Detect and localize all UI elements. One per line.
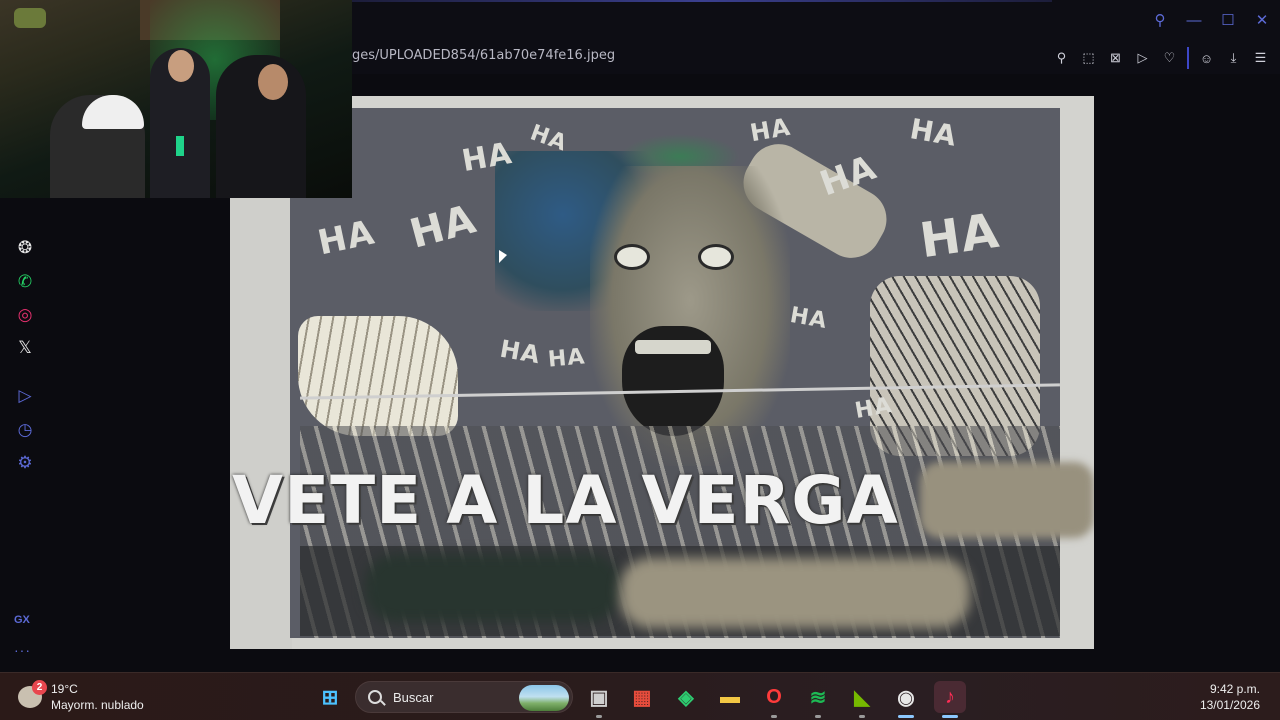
windows-start-icon[interactable]: ⊞ (314, 681, 346, 713)
search-placeholder: Buscar (393, 690, 434, 705)
stream-logo (14, 8, 46, 28)
system-clock[interactable]: 9:42 p.m. 13/01/2026 (1200, 681, 1260, 713)
joker-left-eye (614, 244, 650, 270)
profile-icon[interactable]: ☺ (1197, 49, 1216, 68)
joker-right-eye (698, 244, 734, 270)
address-bar-tools: ⚲ ⬚ ⊠ ▷ ♡ ☺ ⤓ ☰ (1052, 47, 1270, 69)
paper-edge (230, 196, 292, 649)
file-explorer-icon[interactable]: ▬ (714, 681, 746, 713)
mouse-cursor (499, 250, 507, 263)
play-icon[interactable]: ▷ (1133, 49, 1152, 68)
title-bar-accent (352, 0, 1052, 2)
search-icon[interactable]: ⚲ (1150, 10, 1170, 30)
ha-text: HA (916, 202, 1003, 270)
clock-date: 13/01/2026 (1199, 698, 1260, 712)
tiktok-icon[interactable]: ♪ (934, 681, 966, 718)
pin-icon[interactable]: ⚲ (1052, 49, 1071, 68)
running-indicator (771, 715, 777, 718)
meme-caption: VETE A LA VERGA (232, 462, 899, 539)
minimize-icon[interactable]: — (1184, 10, 1204, 30)
search-icon (368, 690, 382, 704)
toolbar-divider (1187, 47, 1189, 69)
running-indicator (596, 715, 602, 718)
blurred-caption-right (620, 558, 970, 628)
x-icon[interactable]: 𝕏 (13, 336, 37, 360)
m365-icon[interactable]: ◈ (670, 681, 702, 713)
taskbar-search[interactable]: Buscar (355, 681, 573, 713)
gx-corner-label[interactable]: GX (14, 614, 30, 626)
drink-can (176, 136, 184, 156)
windows-taskbar: 2 19°C Mayorm. nublado Buscar 9:42 p.m. … (0, 672, 1280, 720)
opera-gx-icon[interactable]: O (758, 681, 790, 718)
clock-time: 9:42 p.m. (1209, 682, 1260, 696)
nvidia-icon[interactable]: ◣ (846, 681, 878, 718)
running-indicator (859, 715, 865, 718)
weather-temperature: 19°C (51, 682, 78, 696)
image-viewer: HA HA HA HA HA HA HA HA HA HA HA HA VETE… (230, 96, 1094, 649)
running-indicator (942, 715, 958, 718)
menu-icon[interactable]: ☰ (1251, 49, 1270, 68)
desktop-screen: ⚲ — ☐ ✕ ges/UPLOADED854/61ab70e74fe16.jp… (0, 0, 1280, 720)
player-icon[interactable]: ▷ (13, 384, 37, 408)
task-view-icon[interactable]: ▣ (583, 681, 615, 718)
history-icon[interactable]: ◷ (13, 418, 37, 442)
blurred-watermark (920, 462, 1094, 538)
blurred-caption-left (365, 554, 620, 622)
person-center-face (168, 50, 194, 82)
obs-icon[interactable]: ◉ (890, 681, 922, 718)
snapshot-icon[interactable]: ⬚ (1079, 49, 1098, 68)
settings-icon[interactable]: ⚙ (13, 451, 37, 475)
weather-condition: Mayorm. nublado (51, 698, 144, 712)
maximize-icon[interactable]: ☐ (1218, 10, 1238, 30)
instagram-icon[interactable]: ◎ (13, 303, 37, 327)
heart-icon[interactable]: ♡ (1160, 49, 1179, 68)
spotify-icon[interactable]: ≋ (802, 681, 834, 718)
ha-text: HA (546, 344, 587, 373)
close-icon[interactable]: ✕ (1252, 10, 1272, 30)
browser-sidebar: GX ··· ❂ ✆ ◎ 𝕏 ▷ ◷ ⚙ (0, 198, 50, 672)
search-highlight-image (519, 685, 569, 711)
running-indicator (898, 715, 914, 718)
microsoft-store-icon[interactable]: ▦ (626, 681, 658, 713)
block-icon[interactable]: ⊠ (1106, 49, 1125, 68)
running-indicator (815, 715, 821, 718)
person-right-face (258, 64, 288, 100)
notification-badge: 2 (32, 680, 47, 695)
url-field[interactable]: ges/UPLOADED854/61ab70e74fe16.jpeg (352, 48, 615, 63)
whatsapp-icon[interactable]: ✆ (13, 270, 37, 294)
address-bar: ges/UPLOADED854/61ab70e74fe16.jpeg ⚲ ⬚ ⊠… (352, 40, 1280, 74)
sidebar-more-icon[interactable]: ··· (14, 642, 31, 658)
download-icon[interactable]: ⤓ (1224, 49, 1243, 68)
grin-drawing (298, 316, 458, 436)
webcam-overlay (0, 0, 352, 198)
weather-widget[interactable]: 2 19°C Mayorm. nublado (14, 680, 164, 714)
joker-teeth (635, 340, 711, 354)
window-controls: ⚲ — ☐ ✕ (1150, 10, 1272, 30)
chatgpt-icon[interactable]: ❂ (13, 236, 37, 260)
